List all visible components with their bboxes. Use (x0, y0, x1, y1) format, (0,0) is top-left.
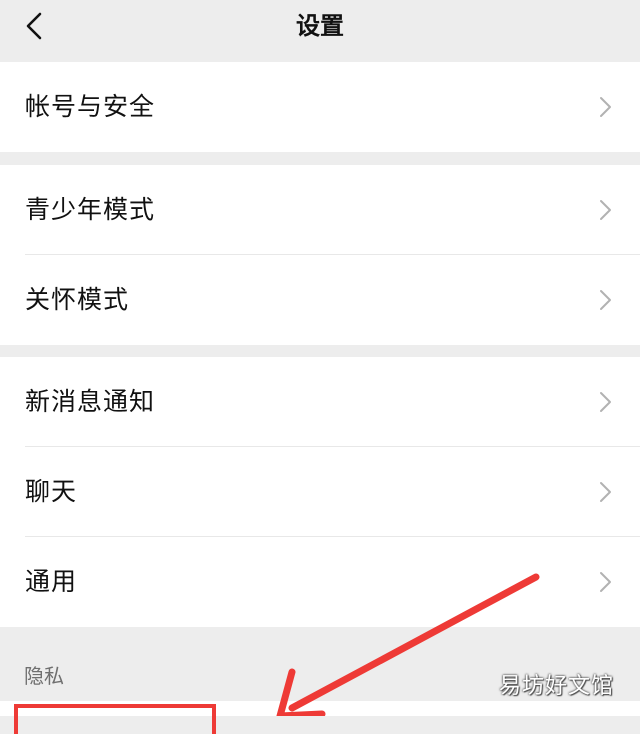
chevron-right-icon (600, 290, 611, 310)
annotation-highlight-box (14, 704, 216, 734)
page-title: 设置 (296, 12, 344, 40)
header-bar: 设置 (0, 0, 640, 54)
settings-item-chat[interactable]: 聊天 (0, 447, 640, 537)
settings-group-modes: 青少年模式 关怀模式 (0, 165, 640, 345)
watermark: 易坊好文馆 (498, 674, 614, 699)
chevron-right-icon (600, 392, 611, 412)
chevron-right-icon (600, 482, 611, 502)
settings-group-general: 新消息通知 聊天 通用 (0, 357, 640, 627)
settings-item-youth-mode[interactable]: 青少年模式 (0, 165, 640, 255)
settings-item-label: 青少年模式 (25, 195, 156, 224)
settings-item-label: 关怀模式 (25, 285, 130, 314)
section-header-privacy: 隐私 (24, 664, 64, 688)
chevron-right-icon (600, 97, 611, 117)
settings-item-new-message-notifications[interactable]: 新消息通知 (0, 357, 640, 447)
settings-item-label: 新消息通知 (25, 387, 156, 416)
settings-item-label: 帐号与安全 (25, 92, 156, 121)
settings-item-account-security[interactable]: 帐号与安全 (0, 62, 640, 152)
settings-item-label: 通用 (25, 567, 78, 596)
settings-item-general[interactable]: 通用 (0, 537, 640, 627)
settings-item-label: 聊天 (25, 477, 78, 506)
chevron-right-icon (600, 200, 611, 220)
chevron-right-icon (600, 572, 611, 592)
settings-item-care-mode[interactable]: 关怀模式 (0, 255, 640, 345)
settings-group-account: 帐号与安全 (0, 62, 640, 152)
